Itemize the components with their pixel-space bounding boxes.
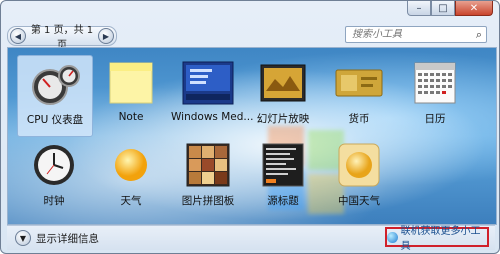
page-navigator: ◀ 第 1 页，共 1 页 ▶ — [7, 25, 117, 51]
show-details-toggle[interactable]: ▼ 显示详细信息 — [15, 230, 99, 246]
next-page-button[interactable]: ▶ — [98, 28, 114, 44]
slideshow-icon — [260, 64, 306, 102]
gadget-weather[interactable]: 天气 — [94, 137, 168, 217]
close-button[interactable]: ✕ — [455, 1, 493, 16]
china-weather-icon — [338, 143, 380, 187]
gadget-label: 幻灯片放映 — [256, 113, 310, 125]
search-icon[interactable]: ⌕ — [476, 28, 482, 42]
gadget-calendar[interactable]: 日历 — [398, 55, 472, 135]
gadget-slideshow[interactable]: 幻灯片放映 — [246, 55, 320, 135]
gadget-label: 图片拼图板 — [181, 195, 235, 207]
gadget-label: 时钟 — [43, 195, 65, 207]
gadget-label: 日历 — [424, 113, 446, 125]
maximize-button[interactable]: □ — [431, 1, 455, 16]
gadget-label: Windows Med... — [171, 111, 254, 123]
gadget-label: 中国天气 — [338, 195, 380, 207]
previous-page-button[interactable]: ◀ — [10, 28, 26, 44]
gadget-label: 源标题 — [267, 195, 299, 207]
gadget-clock[interactable]: 时钟 — [17, 137, 91, 217]
gadget-gallery-window: – □ ✕ ◀ 第 1 页，共 1 页 ▶ ⌕ CPU 仪表盘 — [0, 0, 500, 254]
show-details-label: 显示详细信息 — [36, 232, 99, 245]
gadget-note[interactable]: Note — [94, 55, 168, 135]
gadget-label: 货币 — [348, 113, 370, 125]
clock-icon — [34, 145, 74, 185]
calendar-icon — [414, 62, 456, 104]
sticky-note-icon — [109, 62, 153, 104]
gadget-china-weather[interactable]: 中国天气 — [322, 137, 396, 217]
cpu-meter-icon — [32, 65, 80, 105]
gadget-cpu-meter[interactable]: CPU 仪表盘 — [17, 55, 93, 137]
search-box[interactable]: ⌕ — [345, 26, 487, 43]
gadget-label: 天气 — [120, 195, 142, 207]
gadget-picture-puzzle[interactable]: 图片拼图板 — [171, 137, 245, 217]
gadget-feed-headlines[interactable]: 源标题 — [246, 137, 320, 217]
footer-bar: ▼ 显示详细信息 联机获取更多小工具 — [7, 225, 495, 252]
gadget-currency[interactable]: 货币 — [322, 55, 396, 135]
get-more-gadgets-link[interactable]: 联机获取更多小工具 — [385, 226, 489, 252]
chevron-down-icon: ▼ — [15, 230, 31, 246]
weather-icon — [115, 149, 147, 181]
gadget-label: Note — [118, 111, 144, 123]
get-more-gadgets-label: 联机获取更多小工具 — [400, 226, 481, 252]
currency-icon — [335, 69, 383, 97]
minimize-button[interactable]: – — [407, 1, 431, 16]
media-center-icon — [182, 61, 234, 105]
feed-headlines-icon — [262, 143, 304, 187]
globe-icon — [387, 231, 398, 243]
gadget-windows-media-center[interactable]: Windows Med... — [171, 55, 254, 135]
puzzle-icon — [186, 143, 230, 187]
gadget-label: CPU 仪表盘 — [26, 114, 84, 126]
search-input[interactable] — [350, 28, 464, 41]
caption-buttons: – □ ✕ — [407, 1, 493, 16]
